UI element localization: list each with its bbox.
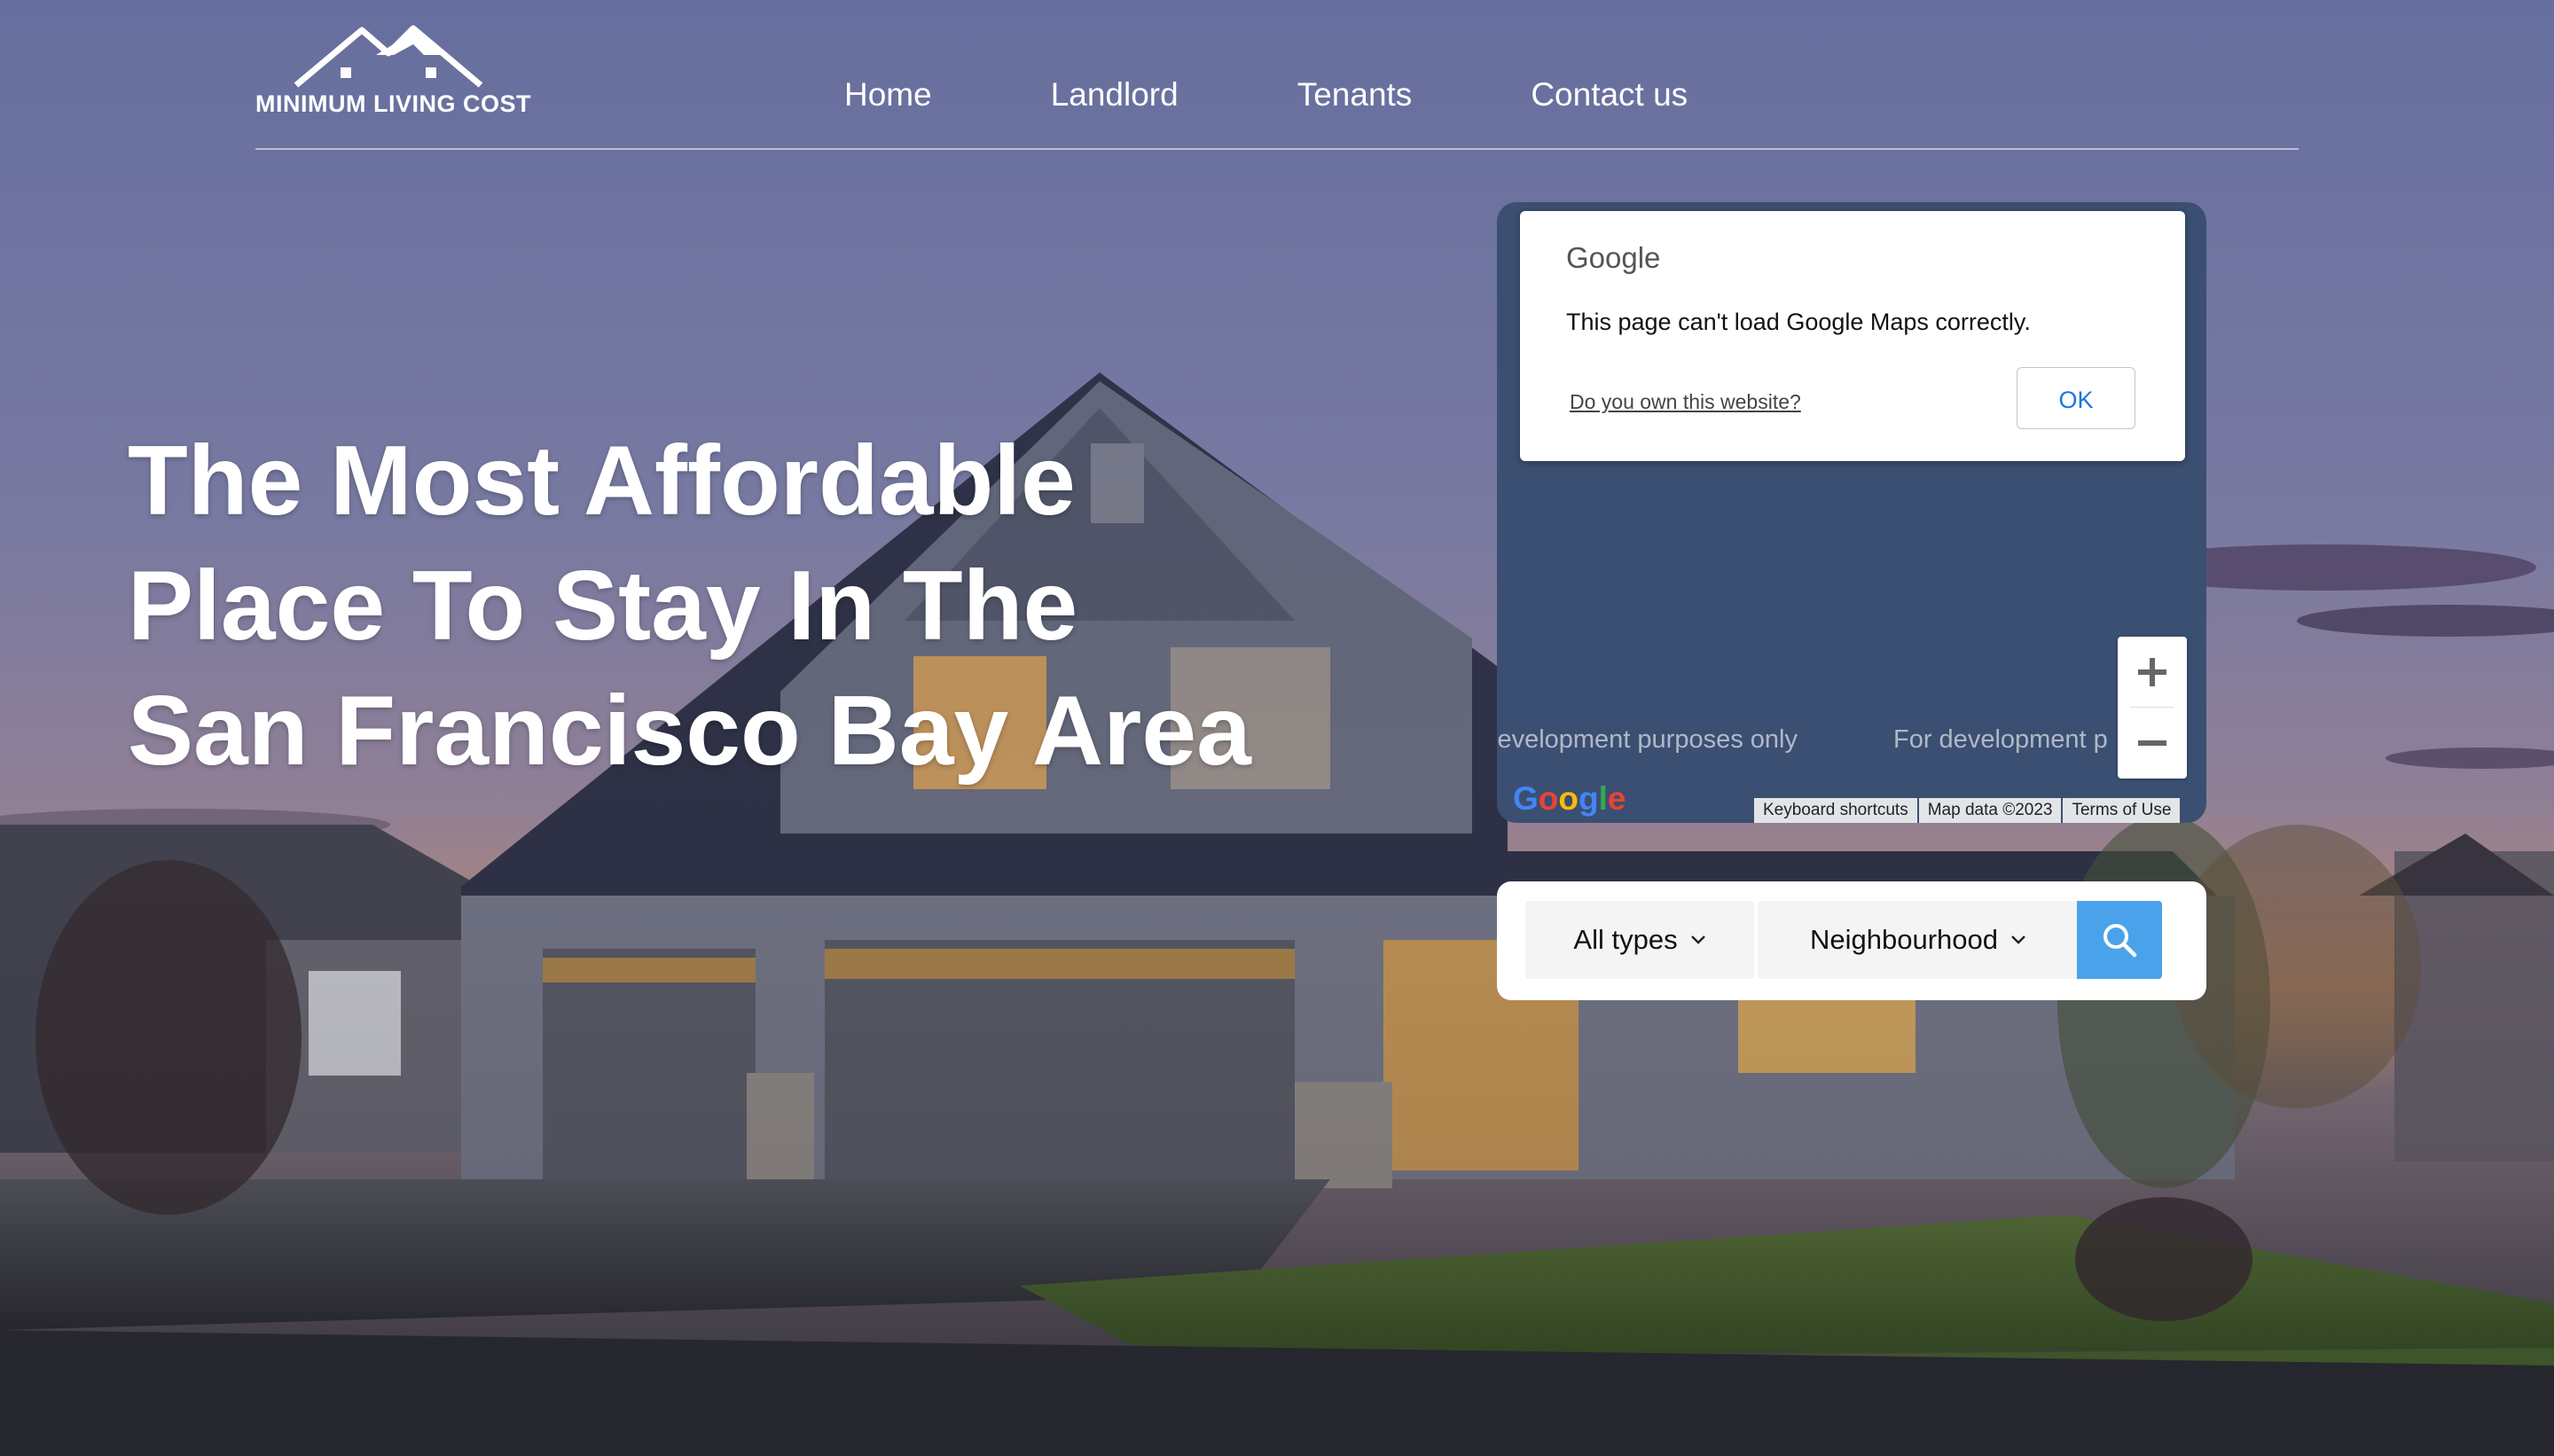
site-logo[interactable]: MINIMUM LIVING COST [255,23,531,121]
hero-title: The Most Affordable Place To Stay In The… [128,426,1251,786]
own-website-link[interactable]: Do you own this website? [1570,390,1801,414]
nav-item-tenants[interactable]: Tenants [1297,76,1413,129]
nav-item-landlord[interactable]: Landlord [1051,76,1179,129]
minus-icon [2138,740,2166,746]
map-error-dialog: Google This page can't load Google Maps … [1520,211,2185,461]
type-select[interactable]: All types [1525,901,1754,979]
search-button[interactable] [2077,901,2162,979]
property-search-bar: All types Neighbourhood [1497,881,2206,1000]
map-dev-watermark-right: For development p [1893,725,2108,754]
chevron-down-icon [1690,935,1705,944]
header-divider [255,148,2299,150]
map-footer: Keyboard shortcuts Map data ©2023 Terms … [1752,798,2181,823]
google-logo[interactable]: Google [1513,780,1626,818]
plus-icon [2138,658,2166,686]
house-logo-icon [294,25,483,88]
site-header: MINIMUM LIVING COST Home Landlord Tenant… [255,0,2299,151]
dialog-google-brand: Google [1566,241,1661,274]
map-data-attribution: Map data ©2023 [1918,798,2062,823]
neighbourhood-select-label: Neighbourhood [1809,924,1998,955]
zoom-control [2118,637,2187,779]
zoom-out-button[interactable] [2118,708,2187,779]
chevron-down-icon [2011,935,2025,944]
neighbourhood-select[interactable]: Neighbourhood [1758,901,2079,979]
map-dev-watermark-left: levelopment purposes only [1497,725,1798,754]
nav-item-home[interactable]: Home [844,76,932,129]
terms-of-use-link[interactable]: Terms of Use [2063,798,2181,823]
main-nav: Home Landlord Tenants Contact us [844,76,1688,129]
keyboard-shortcuts-link[interactable]: Keyboard shortcuts [1754,798,1917,823]
map-error-message: This page can't load Google Maps correct… [1566,309,2031,335]
zoom-in-button[interactable] [2118,637,2187,708]
logo-text: MINIMUM LIVING COST [255,90,531,117]
map-widget[interactable]: levelopment purposes only For developmen… [1497,202,2206,823]
type-select-label: All types [1573,924,1678,955]
search-icon [2104,924,2137,958]
ok-button[interactable]: OK [2017,367,2135,429]
nav-item-contact-us[interactable]: Contact us [1531,76,1688,129]
